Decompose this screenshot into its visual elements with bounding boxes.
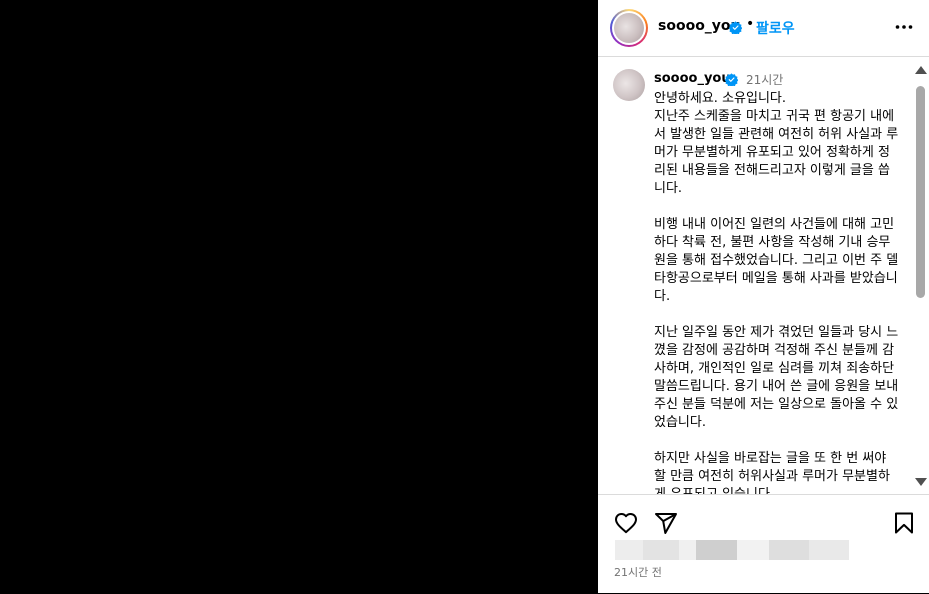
story-ring-avatar[interactable]	[610, 9, 648, 47]
caption-scrollbar[interactable]	[913, 62, 929, 494]
follow-button[interactable]: 팔로우	[756, 18, 795, 38]
caption-time[interactable]: 21시간	[746, 71, 783, 88]
avatar	[614, 13, 644, 43]
scroll-down-arrow-icon[interactable]	[915, 478, 927, 486]
heart-icon[interactable]	[614, 511, 638, 535]
blur-segment	[737, 540, 769, 560]
caption-scroll-area[interactable]: soooo_you 21시간 안녕하세요. 소유입니다. 지난주 스케줄을 마치…	[598, 57, 913, 494]
bookmark-icon[interactable]	[894, 511, 914, 535]
scrollbar-thumb[interactable]	[916, 86, 925, 298]
post-actions: 21시간 전	[598, 494, 929, 594]
caption-username[interactable]: soooo_you	[654, 71, 731, 86]
blur-segment	[615, 540, 643, 560]
post-media	[0, 0, 598, 593]
blur-segment	[679, 540, 696, 560]
blur-segment	[643, 540, 679, 560]
blur-segment	[809, 540, 849, 560]
post-side-panel: soooo_you • 팔로우 soooo_you 21시간 안녕하세요. 소유…	[598, 0, 929, 593]
verified-badge-icon	[729, 21, 742, 34]
caption-avatar[interactable]	[613, 69, 645, 101]
header-separator: •	[746, 16, 755, 32]
share-icon[interactable]	[654, 511, 678, 535]
verified-badge-icon	[725, 73, 738, 86]
more-options-icon[interactable]	[895, 18, 913, 36]
avatar-ring-inner	[612, 11, 646, 45]
post-timestamp[interactable]: 21시간 전	[614, 564, 662, 580]
blur-segment	[696, 540, 737, 560]
post-header: soooo_you • 팔로우	[598, 0, 929, 57]
likes-count-blurred[interactable]	[615, 540, 849, 560]
caption-text: 안녕하세요. 소유입니다. 지난주 스케줄을 마치고 귀국 편 항공기 내에서 …	[654, 91, 899, 494]
scroll-up-arrow-icon[interactable]	[915, 66, 927, 74]
blur-segment	[769, 540, 809, 560]
